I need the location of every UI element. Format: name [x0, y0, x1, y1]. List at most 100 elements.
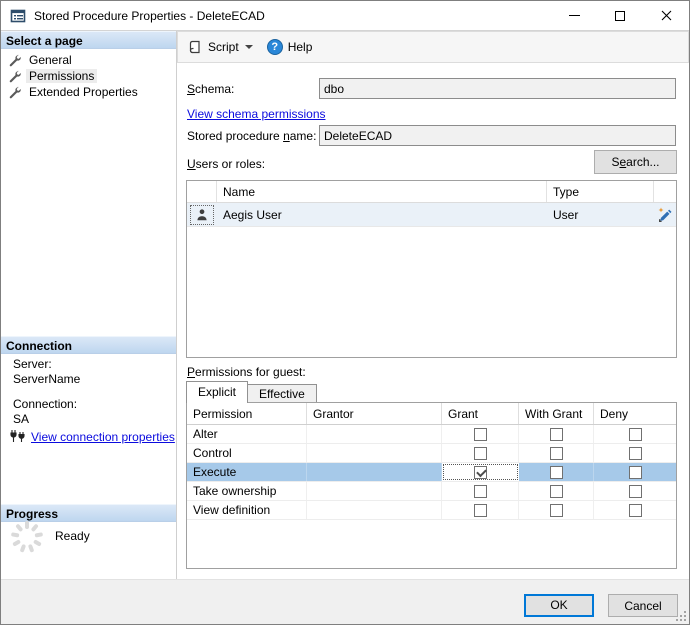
wrench-icon	[9, 54, 21, 66]
server-label: Server:	[13, 357, 52, 371]
server-value: ServerName	[13, 372, 81, 386]
permission-name: Execute	[187, 463, 307, 481]
grant-cell	[442, 425, 519, 443]
sidebar-item-label: General	[29, 53, 72, 67]
with-grant-checkbox[interactable]	[549, 446, 563, 460]
grantor-cell	[307, 425, 442, 443]
perm-header-with-grant: With Grant	[519, 403, 594, 424]
deny-checkbox[interactable]	[628, 446, 642, 460]
grant-checkbox[interactable]	[473, 503, 487, 517]
deny-cell	[594, 482, 676, 500]
grantor-cell	[307, 501, 442, 519]
script-dropdown-icon[interactable]	[244, 45, 253, 49]
deny-cell	[594, 425, 676, 443]
users-header-icon-col	[187, 181, 217, 202]
users-table-body: Aegis User User	[187, 203, 676, 227]
users-or-roles-label: Users or roles:	[187, 157, 266, 171]
stored-procedure-name-field[interactable]	[319, 125, 676, 146]
progress-spinner-icon	[11, 521, 43, 553]
maximize-button[interactable]	[597, 1, 643, 30]
minimize-button[interactable]	[551, 1, 597, 30]
view-schema-permissions-link[interactable]: View schema permissions	[187, 107, 326, 121]
main-panel: Script ? Help Schema: View schema permis…	[177, 31, 689, 579]
grant-checkbox[interactable]	[473, 465, 487, 479]
maximize-icon	[615, 10, 625, 21]
permissions-table-body: Alter Control Execute Take ownership View de…	[187, 425, 676, 520]
grantor-cell	[307, 444, 442, 462]
edit-user-button[interactable]	[654, 207, 676, 223]
sidebar: Select a page General Permissions Extended…	[1, 31, 177, 579]
toolbar: Script ? Help	[177, 31, 689, 63]
deny-cell	[594, 444, 676, 462]
cancel-button[interactable]: Cancel	[608, 594, 678, 617]
connection-header: Connection	[1, 336, 176, 354]
deny-cell	[594, 463, 676, 481]
footer: OK Cancel	[1, 579, 689, 624]
user-icon-cell	[190, 204, 214, 225]
sidebar-item-label: Permissions	[26, 69, 98, 83]
permissions-tabs: Explicit Effective	[186, 381, 317, 403]
connection-plug-icon	[10, 430, 25, 442]
stored-procedure-name-label: Stored procedure name:	[187, 129, 317, 143]
select-page-list: General Permissions Extended Properties	[8, 52, 174, 100]
minimize-icon	[568, 15, 580, 16]
deny-checkbox[interactable]	[628, 465, 642, 479]
permission-name: Take ownership	[187, 482, 307, 500]
with-grant-cell	[519, 463, 594, 481]
sidebar-item-general[interactable]: General	[8, 52, 174, 68]
sidebar-item-permissions[interactable]: Permissions	[8, 68, 174, 84]
help-icon: ?	[266, 39, 283, 55]
help-label: Help	[287, 40, 313, 54]
grant-checkbox[interactable]	[473, 484, 487, 498]
schema-field[interactable]	[319, 78, 676, 99]
ok-button[interactable]: OK	[524, 594, 594, 617]
sidebar-item-extended-properties[interactable]: Extended Properties	[8, 84, 174, 100]
user-icon	[197, 208, 207, 220]
with-grant-checkbox[interactable]	[549, 465, 563, 479]
grantor-cell	[307, 463, 442, 481]
users-header-type: Type	[547, 181, 654, 202]
permissions-for-guest-label: Permissions for guest:	[187, 365, 306, 379]
with-grant-checkbox[interactable]	[549, 427, 563, 441]
grant-cell	[442, 501, 519, 519]
with-grant-cell	[519, 444, 594, 462]
users-table-row[interactable]: Aegis User User	[187, 203, 676, 227]
with-grant-checkbox[interactable]	[549, 503, 563, 517]
users-header-action-col	[654, 181, 676, 202]
tab-effective[interactable]: Effective	[247, 384, 317, 403]
grant-cell	[442, 463, 519, 481]
grant-checkbox[interactable]	[473, 427, 487, 441]
titlebar: Stored Procedure Properties - DeleteECAD	[1, 1, 689, 31]
permission-row-execute[interactable]: Execute	[187, 463, 676, 482]
permission-row-control[interactable]: Control	[187, 444, 676, 463]
with-grant-checkbox[interactable]	[549, 484, 563, 498]
wrench-icon	[9, 86, 21, 98]
connection-label: Connection:	[13, 397, 78, 411]
tab-explicit[interactable]: Explicit	[186, 381, 249, 403]
window-title: Stored Procedure Properties - DeleteECAD	[34, 8, 265, 23]
window-controls	[551, 1, 689, 30]
script-icon	[189, 40, 200, 54]
deny-checkbox[interactable]	[628, 484, 642, 498]
permission-name: Control	[187, 444, 307, 462]
permission-row-view-definition[interactable]: View definition	[187, 501, 676, 520]
view-connection-properties-link[interactable]: View connection properties	[31, 430, 175, 444]
resize-grip[interactable]	[675, 610, 687, 622]
help-button[interactable]: ? Help	[266, 39, 319, 55]
close-icon	[661, 10, 671, 21]
edit-user-icon	[658, 207, 672, 222]
deny-checkbox[interactable]	[628, 503, 642, 517]
perm-header-grantor: Grantor	[307, 403, 442, 424]
close-button[interactable]	[643, 1, 689, 30]
permission-row-alter[interactable]: Alter	[187, 425, 676, 444]
grant-cell	[442, 482, 519, 500]
script-button[interactable]: Script	[187, 39, 267, 55]
search-button[interactable]: Search...	[594, 150, 677, 174]
permission-name: Alter	[187, 425, 307, 443]
permission-row-take-ownership[interactable]: Take ownership	[187, 482, 676, 501]
grant-checkbox[interactable]	[473, 446, 487, 460]
perm-header-permission: Permission	[187, 403, 307, 424]
schema-label: Schema:	[187, 82, 235, 96]
with-grant-cell	[519, 482, 594, 500]
deny-checkbox[interactable]	[628, 427, 642, 441]
